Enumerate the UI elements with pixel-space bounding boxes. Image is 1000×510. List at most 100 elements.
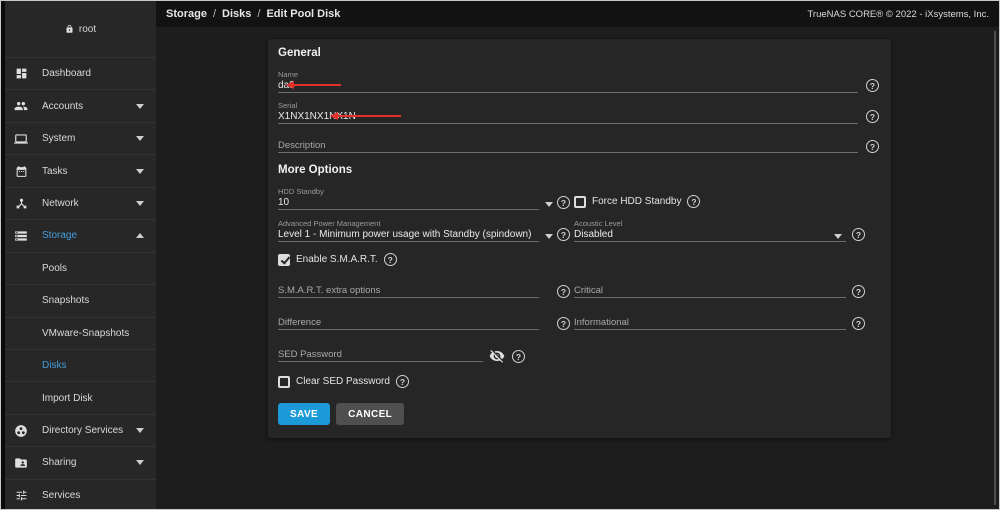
acoustic-level-field-group: Acoustic Level Disabled [574,220,846,242]
smart-extra-field-group: S.M.A.R.T. extra options [278,285,539,298]
sidebar-item-snapshots[interactable]: Snapshots [5,284,156,316]
serial-annotation-arrow [337,115,401,117]
sidebar-item-disks[interactable]: Disks [5,349,156,381]
sidebar-item-sharing[interactable]: Sharing [5,446,156,478]
sidebar-user[interactable]: root [5,1,156,57]
description-input[interactable]: Description [278,140,858,153]
sidebar-item-label: VMware-Snapshots [42,328,144,339]
tune-icon [14,488,28,502]
chevron-down-icon [136,104,144,109]
apm-help-icon[interactable] [557,228,570,241]
section-general: General [278,47,321,59]
sidebar-item-label: Network [42,198,136,209]
calendar-icon [14,164,28,178]
chevron-down-icon [136,460,144,465]
apm-field-group: Advanced Power Management Level 1 - Mini… [278,220,539,242]
name-help-icon[interactable] [866,79,879,92]
sidebar-item-import-disk[interactable]: Import Disk [5,381,156,413]
critical-input[interactable]: Critical [574,285,846,298]
chevron-up-icon [136,233,144,238]
sidebar-item-storage[interactable]: Storage [5,219,156,251]
force-hdd-standby-label: Force HDD Standby [592,196,681,207]
name-annotation-arrow [293,84,341,86]
visibility-off-icon[interactable] [489,348,505,364]
acoustic-level-dropdown-icon[interactable] [834,234,842,239]
hdd-standby-select[interactable]: 10 [278,197,539,210]
chevron-down-icon [136,428,144,433]
enable-smart-checkbox[interactable] [278,254,290,266]
acoustic-level-label: Acoustic Level [574,220,846,228]
serial-input[interactable]: X1NX1NX1NX1N [278,111,858,124]
force-hdd-standby-row: Force HDD Standby [574,195,700,208]
sidebar-item-label: Services [42,490,144,501]
enable-smart-label: Enable S.M.A.R.T. [296,254,378,265]
form-buttons: SAVE CANCEL [278,403,404,425]
sidebar-item-label: Directory Services [42,425,136,436]
username: root [79,24,96,35]
clear-sed-password-help-icon[interactable] [396,375,409,388]
clear-sed-password-row: Clear SED Password [278,375,409,388]
hdd-standby-help-icon[interactable] [557,196,570,209]
informational-help-icon[interactable] [852,317,865,330]
people-icon [14,99,28,113]
critical-help-icon[interactable] [852,285,865,298]
scrollbar[interactable] [994,31,996,505]
difference-input[interactable]: Difference [278,317,539,330]
acoustic-level-select[interactable]: Disabled [574,229,846,242]
serial-help-icon[interactable] [866,110,879,123]
chevron-down-icon [136,136,144,141]
brand-copyright: TrueNAS CORE® © 2022 - iXsystems, Inc. [807,9,989,20]
edit-disk-form-card: General Name da3 Serial X1NX1NX1NX1N Des… [268,39,891,438]
smart-extra-input[interactable]: S.M.A.R.T. extra options [278,285,539,298]
sidebar-item-directory-services[interactable]: Directory Services [5,414,156,446]
informational-field-group: Informational [574,317,846,330]
sidebar-item-network[interactable]: Network [5,187,156,219]
clear-sed-password-checkbox[interactable] [278,376,290,388]
sidebar-item-system[interactable]: System [5,122,156,154]
sidebar-item-label: System [42,133,136,144]
breadcrumb-separator: / [257,8,260,20]
apm-dropdown-icon[interactable] [545,234,553,239]
force-hdd-standby-checkbox[interactable] [574,196,586,208]
description-help-icon[interactable] [866,140,879,153]
hdd-standby-dropdown-icon[interactable] [545,202,553,207]
force-hdd-standby-help-icon[interactable] [687,195,700,208]
sidebar-item-label: Disks [42,360,144,371]
difference-help-icon[interactable] [557,317,570,330]
truenas-edit-pool-disk-page: root Dashboard Accounts System Tasks Net… [0,0,1000,510]
serial-field-group: Serial X1NX1NX1NX1N [278,102,858,124]
folder-shared-icon [14,456,28,470]
topbar: Storage / Disks / Edit Pool Disk TrueNAS… [156,1,999,27]
apm-select[interactable]: Level 1 - Minimum power usage with Stand… [278,229,539,242]
acoustic-level-help-icon[interactable] [852,228,865,241]
sidebar-item-label: Snapshots [42,295,144,306]
enable-smart-help-icon[interactable] [384,253,397,266]
hdd-standby-label: HDD Standby [278,188,539,196]
informational-input[interactable]: Informational [574,317,846,330]
content-area: General Name da3 Serial X1NX1NX1NX1N Des… [156,27,999,509]
sidebar-item-label: Accounts [42,101,136,112]
sidebar-item-services[interactable]: Services [5,479,156,510]
laptop-icon [14,132,28,146]
sidebar-item-dashboard[interactable]: Dashboard [5,57,156,89]
smart-extra-help-icon[interactable] [557,285,570,298]
breadcrumb-current: Edit Pool Disk [266,8,340,20]
sidebar-item-label: Import Disk [42,393,144,404]
name-input[interactable]: da3 [278,80,858,93]
sed-password-input[interactable]: SED Password [278,349,483,362]
hdd-standby-field-group: HDD Standby 10 [278,188,539,210]
save-button[interactable]: SAVE [278,403,330,425]
apm-label: Advanced Power Management [278,220,539,228]
sidebar-item-label: Tasks [42,166,136,177]
sed-password-help-icon[interactable] [512,350,525,363]
sidebar-item-tasks[interactable]: Tasks [5,154,156,186]
sidebar-item-vmware-snapshots[interactable]: VMware-Snapshots [5,317,156,349]
sidebar-item-accounts[interactable]: Accounts [5,89,156,121]
breadcrumb-storage[interactable]: Storage [166,8,207,20]
storage-icon [14,229,28,243]
critical-field-group: Critical [574,285,846,298]
section-more-options: More Options [278,164,352,176]
sidebar-item-pools[interactable]: Pools [5,252,156,284]
cancel-button[interactable]: CANCEL [336,403,404,425]
breadcrumb-disks[interactable]: Disks [222,8,251,20]
